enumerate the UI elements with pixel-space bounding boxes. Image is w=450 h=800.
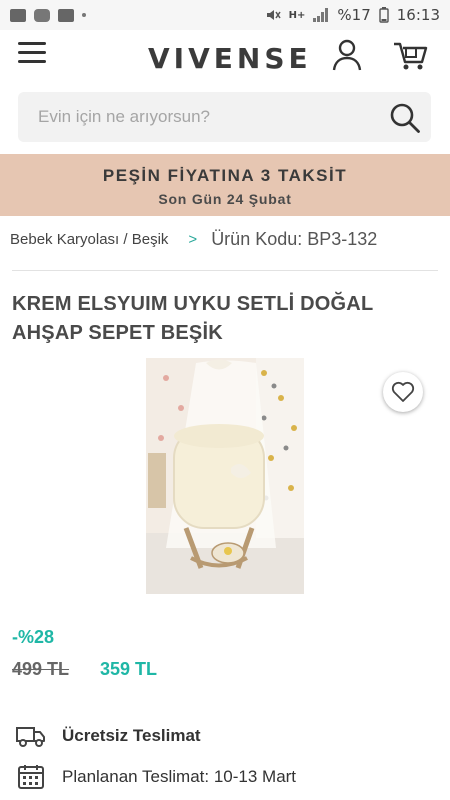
network-type: H+ [288, 9, 306, 21]
clock: 16:13 [396, 6, 440, 24]
promo-subtitle: Son Gün 24 Şubat [158, 191, 292, 207]
free-shipping-row: Ücretsiz Teslimat [16, 721, 436, 751]
menu-icon[interactable] [18, 42, 46, 64]
product-title: KREM ELSYUIM UYKU SETLİ DOĞAL AHŞAP SEPE… [12, 293, 374, 344]
mute-icon [266, 10, 281, 20]
favorite-button[interactable] [383, 372, 423, 412]
search-bar [18, 92, 431, 142]
breadcrumb-category-link[interactable]: Bebek Karyolası / Beşik [10, 231, 168, 248]
promo-title: PEŞİN FİYATINA 3 TAKSİT [102, 166, 348, 185]
folder-icon [58, 8, 74, 22]
breadcrumb-separator: > [188, 230, 198, 248]
notification-dot-icon [82, 13, 86, 17]
free-shipping-label: Ücretsiz Teslimat [62, 726, 201, 745]
signal-icon [313, 8, 329, 22]
battery-icon [379, 7, 389, 23]
status-bar: H+ %17 16:13 [0, 0, 450, 30]
product-code: Ürün Kodu: BP3-132 [211, 228, 378, 249]
product-image[interactable] [146, 358, 304, 594]
battery-percent: %17 [337, 6, 371, 24]
search-input[interactable] [18, 93, 368, 141]
breadcrumb: Bebek Karyolası / Beşik > Ürün Kodu: BP3… [10, 226, 440, 252]
old-price: 499 TL [12, 659, 70, 679]
status-bar-right: H+ %17 16:13 [265, 6, 440, 24]
calendar-icon [18, 765, 44, 789]
brand-logo[interactable]: VIVENSE [148, 42, 312, 75]
new-price: 359 TL [100, 659, 158, 679]
app-header: VIVENSE [0, 30, 450, 85]
planned-delivery-row: Planlanan Teslimat: 10-13 Mart [16, 762, 436, 792]
heart-icon [391, 381, 415, 402]
youtube-icon [34, 8, 50, 22]
promo-banner[interactable]: PEŞİN FİYATINA 3 TAKSİT Son Gün 24 Şubat [0, 154, 450, 216]
status-bar-left [10, 8, 86, 22]
search-icon[interactable] [389, 102, 421, 134]
discount-badge: -%28 [12, 627, 55, 647]
divider [12, 270, 438, 271]
gallery-icon [10, 8, 26, 22]
cart-icon[interactable] [392, 38, 428, 72]
truck-icon [16, 727, 45, 747]
crib-illustration [146, 358, 304, 594]
planned-delivery-label: Planlanan Teslimat: 10-13 Mart [62, 767, 297, 786]
user-icon[interactable] [331, 38, 363, 72]
